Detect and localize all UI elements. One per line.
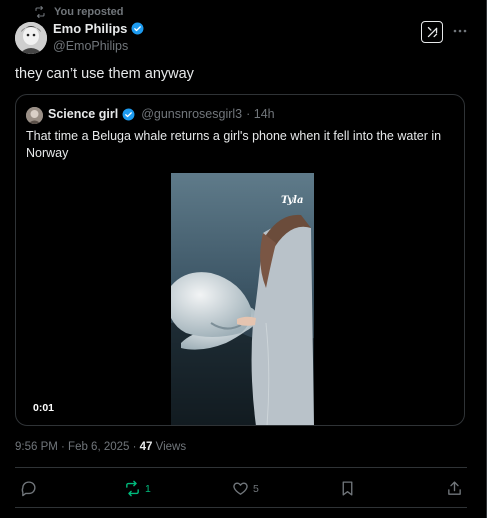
tweet-metadata: 9:56 PM · Feb 6, 2025 · 47 Views <box>15 441 186 453</box>
divider-top <box>15 467 467 468</box>
author-name[interactable]: Emo Philips <box>53 21 127 36</box>
quote-header: Science girl @gunsnrosesgirl3 · 14h <box>48 107 275 121</box>
grok-icon <box>427 26 437 37</box>
video-timestamp: 0:01 <box>33 402 55 414</box>
more-icon <box>453 29 467 33</box>
quote-handle[interactable]: @gunsnrosesgirl3 <box>141 107 242 121</box>
video-watermark: Tyla <box>281 195 304 206</box>
like-icon <box>233 482 248 495</box>
quote-text: That time a Beluga whale returns a girl'… <box>26 129 442 160</box>
verified-icon <box>122 108 135 120</box>
repost-label: You reposted <box>54 6 124 18</box>
share-button[interactable] <box>446 480 463 497</box>
tweet-datetime[interactable]: 9:56 PM · Feb 6, 2025 · <box>15 441 140 453</box>
more-button[interactable] <box>451 22 469 40</box>
repost-icon <box>35 6 45 18</box>
quote-time[interactable]: · 14h <box>246 107 275 121</box>
avatar[interactable] <box>15 22 47 54</box>
tweet-text: they can’t use them anyway <box>15 66 194 82</box>
repost-count: 1 <box>145 482 151 495</box>
author-block: Emo Philips @EmoPhilips <box>53 21 144 53</box>
grok-button[interactable] <box>421 21 443 43</box>
author-handle[interactable]: @EmoPhilips <box>53 39 144 53</box>
like-count: 5 <box>253 482 259 495</box>
divider-bottom <box>15 507 467 508</box>
repost-icon <box>126 480 139 497</box>
verified-icon <box>131 22 144 35</box>
bookmark-button[interactable] <box>339 480 356 497</box>
like-button[interactable]: 5 <box>232 480 259 497</box>
repost-indicator: You reposted <box>34 6 123 18</box>
views-count: 47 <box>139 441 153 453</box>
quote-avatar[interactable] <box>26 107 43 124</box>
repost-button[interactable]: 1 <box>124 480 151 497</box>
share-icon <box>448 481 461 495</box>
reply-icon <box>21 481 36 497</box>
views-label: Views <box>152 441 187 453</box>
bookmark-icon <box>342 481 353 496</box>
quote-tweet[interactable]: Science girl @gunsnrosesgirl3 · 14h That… <box>15 94 465 426</box>
reply-button[interactable] <box>20 480 37 497</box>
quote-author-name[interactable]: Science girl <box>48 107 118 121</box>
video-player[interactable]: Tyla <box>171 173 314 425</box>
